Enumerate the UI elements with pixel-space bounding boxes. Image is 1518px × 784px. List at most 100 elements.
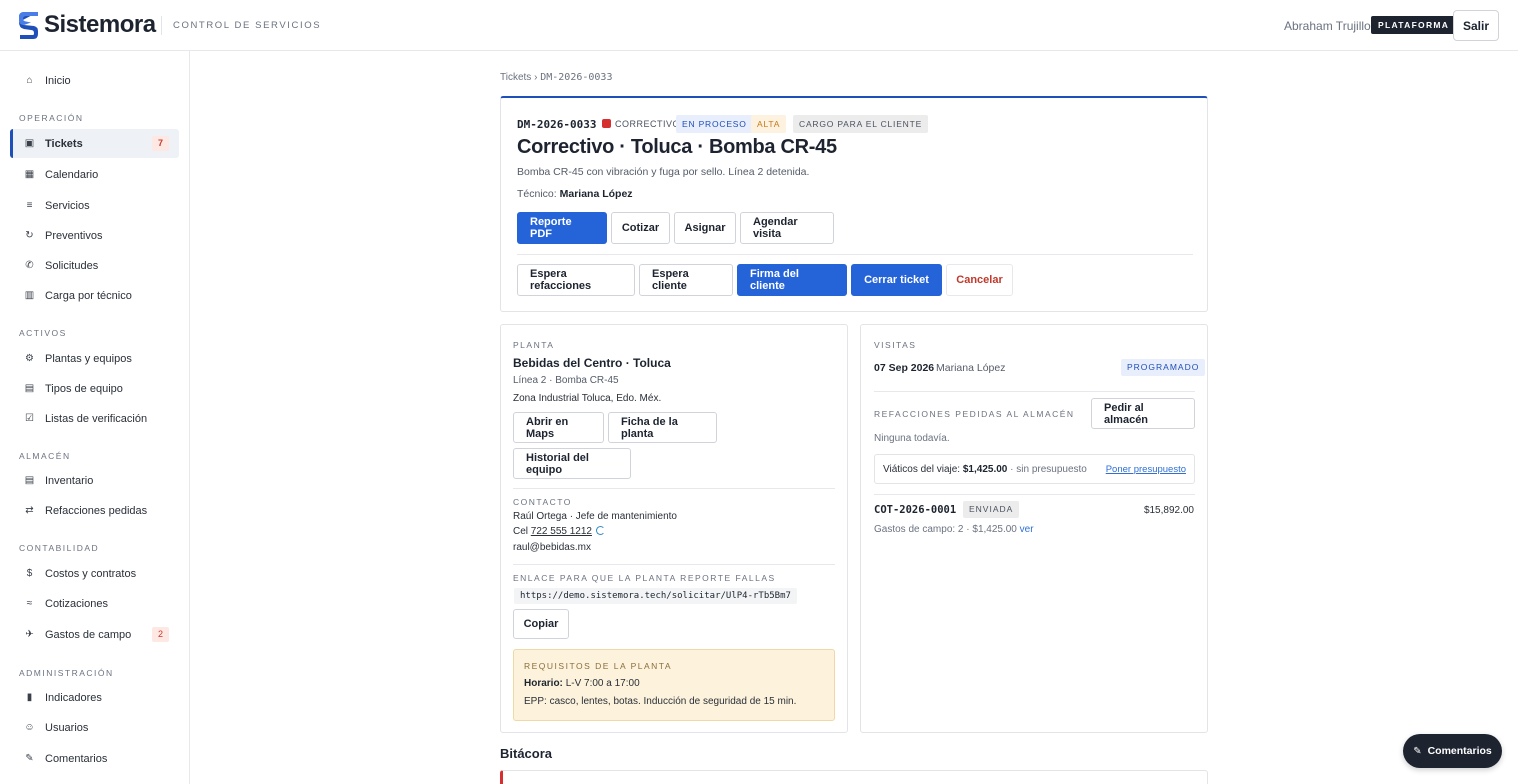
swap-icon: ⇄: [25, 505, 34, 516]
open-maps-button[interactable]: Abrir en Maps: [513, 412, 604, 443]
travel-note: · sin presupuesto: [1010, 464, 1087, 475]
field-expenses-text: Gastos de campo: 2 · $1,425.00: [874, 524, 1017, 535]
status-badge: EN PROCESO: [676, 115, 753, 133]
sidebar-item-cotizaciones[interactable]: ≈ Cotizaciones: [10, 589, 179, 618]
sidebar-item-label: Inicio: [45, 74, 71, 87]
sidebar-item-inicio[interactable]: ⌂ Inicio: [10, 66, 179, 95]
wait-client-button[interactable]: Espera cliente: [639, 264, 733, 296]
sidebar-item-preventivos[interactable]: ↻ Preventivos: [10, 221, 179, 250]
visit-status-badge: PROGRAMADO: [1121, 359, 1206, 376]
travel-label: Viáticos del viaje:: [883, 464, 961, 475]
quote-status-badge: ENVIADA: [963, 501, 1020, 518]
plant-name: Bebidas del Centro · Toluca: [513, 356, 671, 370]
visits-divider: [874, 391, 1195, 392]
home-icon: ⌂: [26, 75, 33, 86]
ticket-description: Bomba CR-45 con vibración y fuga por sel…: [517, 166, 810, 178]
contact-email[interactable]: raul@bebidas.mx: [513, 542, 591, 553]
sidebar-item-gastos[interactable]: ✈ Gastos de campo 2: [10, 620, 179, 649]
sidebar-item-tipos[interactable]: ▤ Tipos de equipo: [10, 374, 179, 403]
sidebar-item-listas[interactable]: ☑ Listas de verificación: [10, 404, 179, 433]
refresh-icon: ↻: [25, 230, 34, 241]
visits-section-label: VISITAS: [874, 340, 917, 350]
plant-divider: [513, 488, 835, 489]
hours-value: L-V 7:00 a 17:00: [565, 678, 640, 689]
sidebar-item-label: Inventario: [45, 474, 94, 487]
report-link-label: ENLACE PARA QUE LA PLANTA REPORTE FALLAS: [513, 573, 776, 583]
client-signature-button[interactable]: Firma del cliente: [737, 264, 847, 296]
user-icon: ☺: [24, 722, 35, 733]
bar-chart-icon: ▮: [26, 692, 33, 703]
sidebar-item-costos[interactable]: $ Costos y contratos: [10, 559, 179, 588]
quote-divider: [874, 494, 1195, 495]
sidebar-item-label: Usuarios: [45, 721, 89, 734]
wait-parts-button[interactable]: Espera refacciones: [517, 264, 635, 296]
type-indicator-icon: [602, 119, 611, 128]
sidebar-item-usuarios[interactable]: ☺ Usuarios: [10, 713, 179, 742]
list-icon: ≡: [26, 200, 33, 211]
platform-badge: PLATAFORMA: [1371, 16, 1457, 34]
sidebar-item-comentarios[interactable]: ✎ Comentarios: [10, 744, 179, 773]
tickets-count-badge: 7: [152, 136, 169, 151]
contact-phone-link[interactable]: 722 555 1212: [531, 526, 592, 537]
plant-address: Zona Industrial Toluca, Edo. Méx.: [513, 393, 662, 404]
gastos-count-badge: 2: [152, 627, 169, 642]
sidebar-item-label: Servicios: [45, 199, 90, 212]
request-parts-button[interactable]: Pedir al almacén: [1091, 398, 1195, 429]
travel-expenses-row: Viáticos del viaje: $1,425.00 · sin pres…: [874, 454, 1195, 484]
contact-divider: [513, 564, 835, 565]
assign-button[interactable]: Asignar: [674, 212, 736, 244]
hours-label: Horario:: [524, 678, 563, 689]
plant-sheet-button[interactable]: Ficha de la planta: [608, 412, 717, 443]
sidebar-item-label: Tipos de equipo: [45, 382, 123, 395]
sidebar-item-solicitudes[interactable]: ✆ Solicitudes: [10, 251, 179, 280]
user-name: Abraham Trujillo: [1284, 19, 1371, 33]
schedule-visit-button[interactable]: Agendar visita: [740, 212, 834, 244]
close-ticket-button[interactable]: Cerrar ticket: [851, 264, 942, 296]
comments-floating-label: Comentarios: [1427, 745, 1492, 757]
quote-button[interactable]: Cotizar: [611, 212, 670, 244]
requirements-epp: EPP: casco, lentes, botas. Inducción de …: [524, 696, 797, 707]
cancel-button[interactable]: Cancelar: [946, 264, 1013, 296]
logout-button[interactable]: Salir: [1453, 10, 1499, 41]
sidebar-item-tickets[interactable]: ▣ Tickets 7: [10, 129, 179, 158]
sidebar-item-indicadores[interactable]: ▮ Indicadores: [10, 683, 179, 712]
sidebar-item-refacciones[interactable]: ⇄ Refacciones pedidas: [10, 496, 179, 525]
sidebar-item-label: Comentarios: [45, 752, 108, 765]
section-operacion: OPERACIÓN: [19, 113, 84, 123]
requirements-hours: Horario: L-V 7:00 a 17:00: [524, 678, 640, 689]
breadcrumb-tickets-link[interactable]: Tickets: [500, 72, 531, 83]
billing-badge: CARGO PARA EL CLIENTE: [793, 115, 929, 133]
whatsapp-icon[interactable]: [595, 526, 605, 535]
quote-id[interactable]: COT-2026-0001: [874, 504, 956, 516]
breadcrumb: Tickets › DM-2026-0033: [500, 72, 612, 83]
sidebar-item-servicios[interactable]: ≡ Servicios: [10, 191, 179, 220]
pdf-report-button[interactable]: Reporte PDF: [517, 212, 607, 244]
sidebar-item-label: Refacciones pedidas: [45, 504, 148, 517]
brand-name: Sistemora: [44, 11, 156, 38]
grid-icon: ▤: [24, 383, 35, 394]
brand-logo[interactable]: Sistemora: [18, 9, 156, 41]
sidebar-item-calendario[interactable]: ▦ Calendario: [10, 160, 179, 189]
equipment-history-button[interactable]: Historial del equipo: [513, 448, 631, 479]
app-subtitle: CONTROL DE SERVICIOS: [173, 20, 322, 31]
sidebar-item-label: Calendario: [45, 168, 99, 181]
sidebar-item-carga[interactable]: ▥ Carga por técnico: [10, 281, 179, 310]
sidebar-item-plantas[interactable]: ⚙ Plantas y equipos: [10, 344, 179, 373]
sidebar-item-inventario[interactable]: ▤ Inventario: [10, 466, 179, 495]
parts-empty-text: Ninguna todavía.: [874, 433, 950, 444]
dollar-icon: $: [26, 568, 33, 579]
report-link-url: https://demo.sistemora.tech/solicitar/Ul…: [514, 588, 797, 604]
copy-link-button[interactable]: Copiar: [513, 609, 569, 639]
brand-divider: [161, 16, 162, 35]
field-expenses-link[interactable]: ver: [1020, 524, 1034, 535]
parts-section-label: REFACCIONES PEDIDAS AL ALMACÉN: [874, 409, 1075, 419]
section-contabilidad: CONTABILIDAD: [19, 543, 100, 553]
section-activos: ACTIVOS: [19, 328, 67, 338]
comments-floating-button[interactable]: ✎ Comentarios: [1403, 734, 1502, 768]
sidebar-item-label: Plantas y equipos: [45, 352, 132, 365]
breadcrumb-separator: ›: [534, 72, 538, 83]
checkbox-icon: ☑: [25, 413, 34, 424]
top-bar: Sistemora CONTROL DE SERVICIOS Abraham T…: [0, 0, 1518, 51]
approx-icon: ≈: [26, 598, 33, 609]
set-budget-link[interactable]: Poner presupuesto: [1106, 464, 1186, 475]
